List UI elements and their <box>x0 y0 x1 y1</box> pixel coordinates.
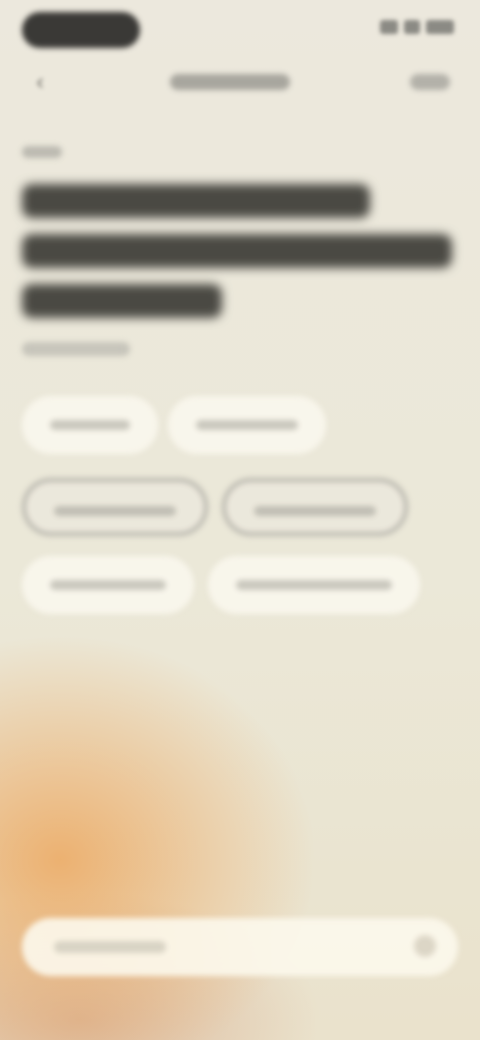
choice-chip[interactable] <box>208 556 420 614</box>
question-line <box>22 284 222 318</box>
skip-button[interactable] <box>410 74 450 90</box>
dynamic-island <box>22 12 140 48</box>
chip-label <box>254 506 376 516</box>
choice-chip[interactable] <box>22 556 194 614</box>
nav-bar: ‹ <box>0 62 480 102</box>
question-subtitle <box>22 342 130 356</box>
send-icon[interactable] <box>414 935 436 957</box>
chip-label <box>54 506 176 516</box>
chip-label <box>196 420 298 430</box>
battery-icon <box>426 20 454 34</box>
question-line <box>22 184 370 218</box>
chip-label <box>50 580 166 590</box>
step-label <box>22 146 62 158</box>
chevron-left-icon[interactable]: ‹ <box>26 68 54 96</box>
question-line <box>22 234 452 268</box>
chip-label <box>236 580 392 590</box>
choice-chip-selected[interactable] <box>22 478 208 536</box>
nav-title <box>170 74 290 90</box>
signal-icon <box>380 20 398 34</box>
choice-chip[interactable] <box>22 396 158 454</box>
message-input[interactable] <box>22 918 458 976</box>
chip-label <box>50 420 130 430</box>
status-icons <box>380 20 454 34</box>
input-placeholder <box>54 941 166 953</box>
choice-chip-selected[interactable] <box>222 478 408 536</box>
wifi-icon <box>404 20 420 34</box>
choice-chip[interactable] <box>168 396 326 454</box>
status-bar <box>0 0 480 56</box>
question-heading <box>22 184 452 334</box>
